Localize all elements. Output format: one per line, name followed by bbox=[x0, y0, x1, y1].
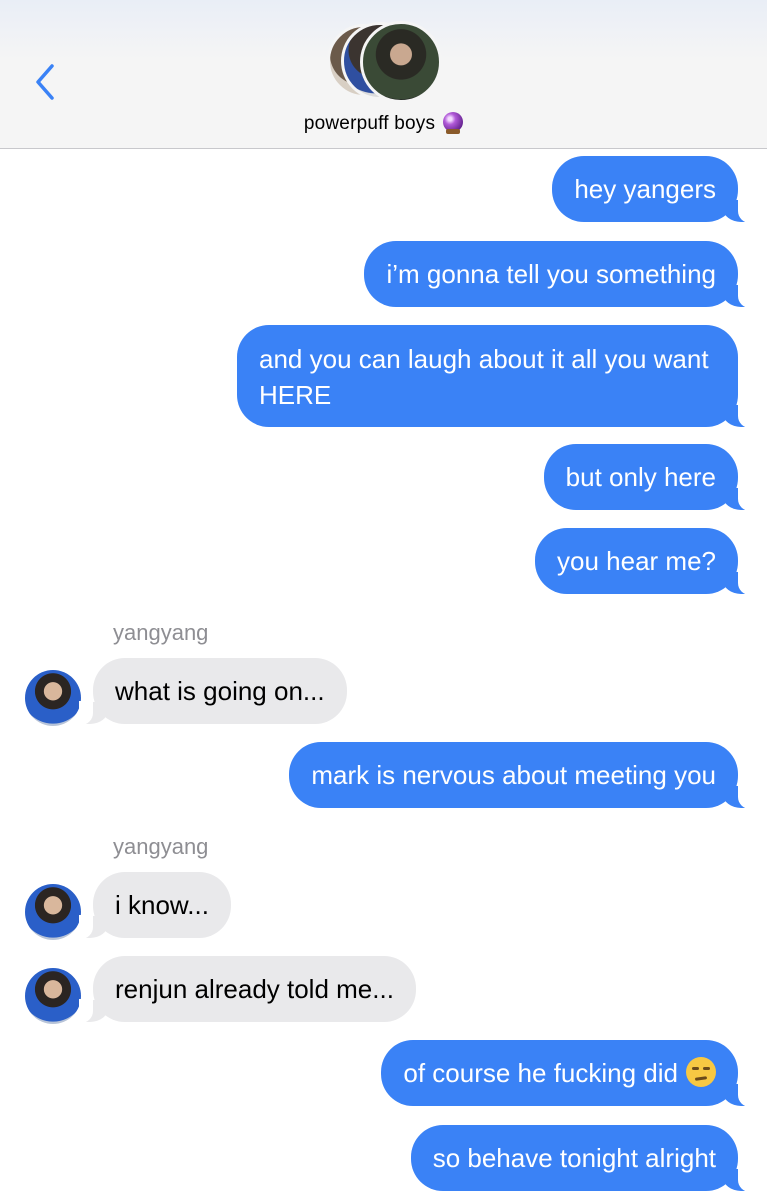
outgoing-message[interactable]: hey yangers bbox=[552, 156, 752, 223]
outgoing-message[interactable]: you hear me? bbox=[535, 528, 752, 595]
incoming-message[interactable]: what is going on... bbox=[79, 658, 347, 725]
chevron-left-icon bbox=[36, 64, 54, 100]
sender-name: yangyang bbox=[113, 834, 209, 859]
unamused-face-icon bbox=[686, 1057, 716, 1087]
message-text: mark is nervous about meeting you bbox=[311, 760, 716, 790]
outgoing-message[interactable]: so behave tonight alright bbox=[410, 1125, 753, 1192]
incoming-message[interactable]: renjun already told me... bbox=[79, 956, 416, 1023]
outgoing-message[interactable]: of course he fucking did bbox=[381, 1040, 752, 1107]
message-text: so behave tonight alright bbox=[432, 1143, 716, 1173]
message-text: renjun already told me... bbox=[115, 974, 394, 1004]
message-text: but only here bbox=[565, 462, 716, 492]
outgoing-message[interactable]: i’m gonna tell you something bbox=[364, 241, 752, 308]
message-text: you hear me? bbox=[557, 546, 716, 576]
avatar bbox=[360, 21, 442, 103]
avatar[interactable] bbox=[25, 670, 81, 726]
group-avatars[interactable] bbox=[327, 21, 442, 103]
message-text: hey yangers bbox=[574, 174, 716, 204]
message-text: i know... bbox=[115, 890, 209, 920]
avatar[interactable] bbox=[25, 884, 81, 940]
message-text: what is going on... bbox=[115, 676, 325, 706]
outgoing-message[interactable]: and you can laugh about it all you want … bbox=[237, 325, 752, 428]
sender-name: yangyang bbox=[113, 620, 209, 645]
group-title-row[interactable]: powerpuff boys bbox=[0, 112, 767, 135]
outgoing-message[interactable]: but only here bbox=[543, 444, 753, 511]
conversation-header: powerpuff boys bbox=[0, 0, 767, 149]
crystal-ball-icon bbox=[443, 112, 464, 134]
message-text: of course he fucking did bbox=[403, 1058, 678, 1088]
message-text: and you can laugh about it all you want … bbox=[259, 344, 709, 410]
message-text: i’m gonna tell you something bbox=[386, 259, 716, 289]
back-button[interactable] bbox=[30, 62, 60, 102]
group-name: powerpuff boys bbox=[303, 113, 436, 134]
outgoing-message[interactable]: mark is nervous about meeting you bbox=[289, 742, 752, 809]
avatar[interactable] bbox=[25, 968, 81, 1024]
incoming-message[interactable]: i know... bbox=[79, 872, 231, 939]
